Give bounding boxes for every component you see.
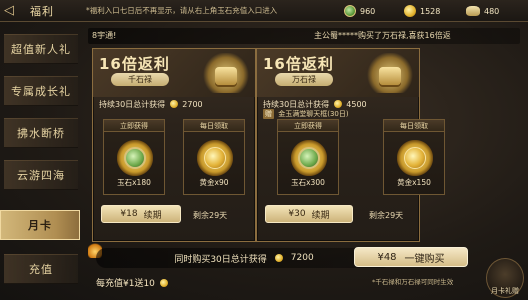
renew-label: 续期: [311, 210, 330, 221]
ticker-left-text: 8宇通!: [92, 31, 117, 40]
reward-frame: [291, 140, 327, 176]
announcement-ticker: 8宇通! 主公蜀*****购买了万石禄,喜获16倍返: [88, 28, 520, 44]
combo-label: 同时购买30日总计获得: [174, 254, 267, 265]
gold-coin-icon: [274, 253, 283, 262]
total-reward-value: 4500: [346, 100, 367, 109]
renew-button[interactable]: ¥18 续期: [101, 205, 181, 223]
combo-value: 7200: [290, 253, 314, 263]
jade-icon: [124, 147, 146, 169]
bonus-tag: 赠: [263, 109, 274, 119]
card-name-plate: 千石禄: [111, 73, 169, 86]
sidebar-item-travel[interactable]: 云游四海: [4, 160, 78, 190]
daily-item-label: 黄金x90: [199, 178, 229, 187]
total-reward-text: 持续30日总计获得 2700: [99, 99, 203, 110]
jade-icon: [298, 147, 320, 169]
notice-text: *福利入口七日后不再显示，请从右上角玉石充值入口进入: [86, 6, 278, 15]
silver-currency[interactable]: 480: [466, 3, 499, 19]
ticker-right-text: 主公蜀*****购买了万石禄,喜获16倍返: [314, 31, 451, 40]
treasure-icon: [203, 53, 249, 93]
monthly-gift-label: 月卡礼赠: [491, 287, 519, 295]
bonus-text: 赠 金玉满堂聊天框(30日): [263, 109, 349, 119]
gold-coin-icon: [159, 279, 168, 287]
bundle-note: *千石禄和万石禄可同时生效: [372, 278, 454, 286]
monthly-card-wanshilu: 16倍返利 万石禄 持续30日总计获得 4500 赠 金玉满堂聊天框(30日) …: [256, 48, 445, 242]
instant-item-label: 玉石x180: [117, 178, 151, 187]
price-label: ¥18: [120, 209, 138, 219]
gold-coin-icon: [204, 147, 226, 169]
sidebar-item-recharge[interactable]: 充值: [4, 254, 78, 284]
sidebar: 超值新人礼 专属成长礼 拂水断桥 云游四海 月卡 充值: [0, 22, 80, 300]
instant-label: 立即获得: [278, 120, 338, 132]
jade-amount: 960: [360, 6, 376, 16]
treasure-icon: [367, 53, 413, 93]
gold-coin-icon: [404, 5, 416, 17]
gold-currency[interactable]: 1528: [404, 3, 440, 19]
recharge-promo: 每充值¥1送10: [96, 276, 168, 289]
reward-frame: [117, 140, 153, 176]
total-reward-label: 持续30日总计获得: [263, 100, 330, 109]
renew-button[interactable]: ¥30 续期: [265, 205, 353, 223]
gold-coin-icon: [169, 100, 178, 108]
instant-item-label: 玉石x300: [291, 178, 325, 187]
reward-frame: [397, 140, 433, 176]
remaining-days: 剩余29天: [369, 211, 404, 220]
bundle-price: ¥48: [377, 251, 397, 263]
bonus-label: 金玉满堂聊天框(30日): [278, 110, 349, 118]
card-header: 16倍返利 万石禄: [257, 49, 419, 97]
daily-reward-slot: 每日领取 黄金x150: [383, 119, 445, 195]
instant-label: 立即获得: [104, 120, 164, 132]
total-reward-label: 持续30日总计获得: [99, 100, 166, 109]
card-header: 16倍返利 千石禄: [93, 49, 255, 97]
daily-label: 每日领取: [384, 120, 444, 132]
return-multiplier: 16倍返利: [263, 55, 334, 73]
sidebar-item-monthly-card[interactable]: 月卡: [0, 210, 80, 240]
reward-frame: [197, 140, 233, 176]
sidebar-item-newcomer[interactable]: 超值新人礼: [4, 34, 78, 64]
instant-reward-slot: 立即获得 玉石x180: [103, 119, 165, 195]
back-arrow-icon[interactable]: ◁: [4, 3, 26, 19]
combo-reward-bar: 同时购买30日总计获得 7200: [96, 248, 392, 268]
bundle-action: 一键购买: [404, 253, 445, 265]
return-multiplier: 16倍返利: [99, 55, 170, 73]
gold-amount: 1528: [420, 6, 441, 16]
total-reward-value: 2700: [182, 100, 203, 109]
page-title: 福利: [30, 5, 54, 18]
welfare-screen: ◁ 福利 *福利入口七日后不再显示，请从右上角玉石充值入口进入 960 1528…: [0, 0, 528, 300]
gold-coin-icon: [404, 147, 426, 169]
daily-reward-slot: 每日领取 黄金x90: [183, 119, 245, 195]
card-name-plate: 万石禄: [275, 73, 333, 86]
remaining-days: 剩余29天: [193, 211, 228, 220]
silver-amount: 480: [484, 6, 500, 16]
silver-ingot-icon: [466, 6, 480, 16]
top-bar: ◁ 福利 *福利入口七日后不再显示，请从右上角玉石充值入口进入 960 1528…: [0, 0, 528, 22]
daily-label: 每日领取: [184, 120, 244, 132]
instant-reward-slot: 立即获得 玉石x300: [277, 119, 339, 195]
jade-currency[interactable]: 960: [344, 3, 375, 19]
buy-all-button[interactable]: ¥48 一键购买: [354, 247, 468, 267]
gold-coin-icon: [333, 100, 342, 108]
jade-icon: [344, 5, 356, 17]
sidebar-item-bridge[interactable]: 拂水断桥: [4, 118, 78, 148]
recharge-text: 每充值¥1送10: [96, 279, 155, 289]
price-label: ¥30: [288, 209, 306, 219]
renew-label: 续期: [143, 210, 162, 221]
monthly-card-qianshilu: 16倍返利 千石禄 持续30日总计获得 2700 立即获得 玉石x180 每日领…: [92, 48, 256, 242]
sidebar-item-growth[interactable]: 专属成长礼: [4, 76, 78, 106]
daily-item-label: 黄金x150: [397, 178, 431, 187]
